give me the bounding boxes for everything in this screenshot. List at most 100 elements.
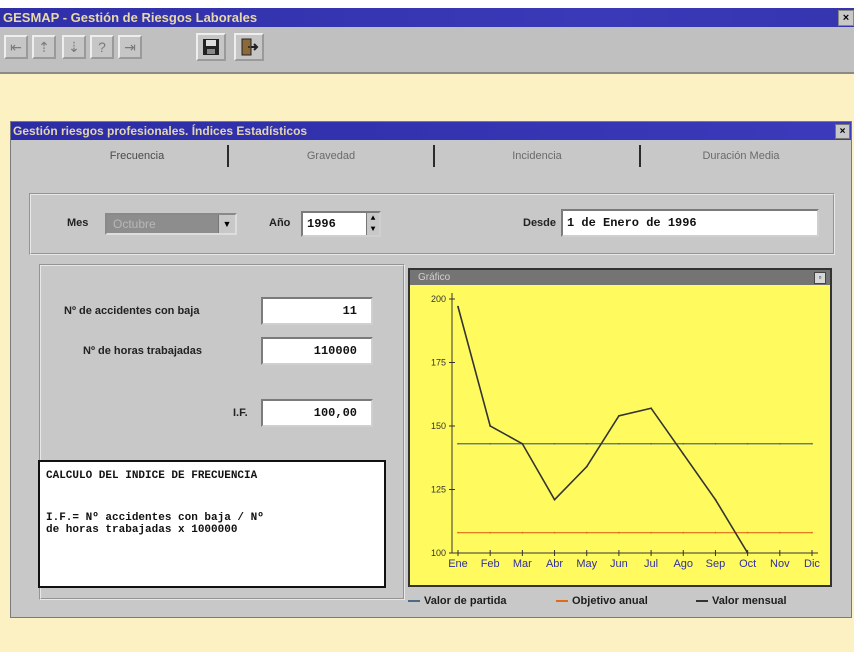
help-icon: ? [98, 39, 106, 55]
desde-field[interactable]: 1 de Enero de 1996 [561, 209, 819, 237]
data-point-valor-mensual [585, 465, 588, 468]
x-tick-label: Oct [739, 558, 756, 570]
chart-window: Gráfico ▫ 200 175 150 125 100 Ene Feb Mar Abr May… [408, 268, 832, 587]
legend-valor-mensual: Valor mensual [696, 595, 787, 607]
data-point-valor-de-partida [714, 442, 717, 445]
legend-valor-de-partida: Valor de partida [408, 595, 507, 607]
app-title: GESMAP - Gestión de Riesgos Laborales [3, 10, 258, 25]
formula-box: CALCULO DEL INDICE DE FRECUENCIA I.F.= N… [38, 460, 386, 588]
data-point-objetivo-anual [618, 531, 620, 534]
help-button[interactable]: ? [90, 35, 114, 59]
legend-label-objetivo-anual: Objetivo anual [572, 595, 648, 607]
data-point-valor-de-partida [585, 442, 588, 445]
formula-title: CALCULO DEL INDICE DE FRECUENCIA [46, 470, 258, 482]
x-tick-label: Jul [644, 558, 658, 570]
tab-incidencia[interactable]: Incidencia [435, 145, 641, 167]
x-tick-label: Dic [804, 558, 820, 570]
toolbar: ⇤ ⇡ ⇣ ? ⇥ [0, 27, 854, 74]
data-point-valor-mensual [650, 407, 652, 410]
if-label: I.F. [233, 407, 248, 419]
next-record-button[interactable]: ⇣ [62, 35, 86, 59]
chart-maximize-button[interactable]: ▫ [814, 272, 826, 284]
app-close-button[interactable]: × [838, 10, 854, 26]
data-point-objetivo-anual [682, 531, 685, 534]
chevron-down-icon[interactable]: ▼ [218, 215, 235, 233]
data-point-valor-mensual [457, 305, 459, 308]
last-record-button[interactable]: ⇥ [118, 35, 142, 59]
data-point-objetivo-anual [585, 531, 588, 534]
filter-panel: Mes Octubre ▼ Año 1996 ▲ ▼ Desde 1 de Ene… [29, 193, 835, 255]
data-point-valor-de-partida [682, 442, 685, 445]
x-tick-label: Feb [481, 558, 500, 570]
x-tick-label: Ago [673, 558, 693, 570]
horas-field[interactable]: 110000 [261, 337, 373, 365]
data-point-valor-mensual [682, 453, 685, 455]
y-tick-label: 200 [431, 294, 446, 304]
data-point-valor-de-partida [457, 442, 459, 445]
data-point-valor-de-partida [811, 442, 813, 445]
mes-select[interactable]: Octubre ▼ [105, 213, 237, 235]
if-field[interactable]: 100,00 [261, 399, 373, 427]
save-button[interactable] [196, 33, 226, 61]
formula-line-2: de horas trabajadas x 1000000 [46, 524, 238, 536]
tab-gravedad[interactable]: Gravedad [229, 145, 435, 167]
exit-door-icon [241, 38, 259, 56]
x-tick-label: Nov [770, 558, 790, 570]
first-record-icon: ⇤ [10, 38, 22, 55]
data-point-objetivo-anual [457, 531, 459, 534]
y-tick-label: 175 [431, 358, 446, 368]
anio-spinner-icon[interactable]: ▲ ▼ [366, 213, 379, 235]
data-point-valor-mensual [521, 442, 524, 445]
legend-objetivo-anual: Objetivo anual [556, 595, 648, 607]
x-tick-label: Sep [706, 558, 726, 570]
x-tick-label: Jun [610, 558, 628, 570]
anio-field[interactable]: 1996 ▲ ▼ [301, 211, 381, 237]
data-point-valor-de-partida [489, 442, 492, 445]
horas-label: Nº de horas trabajadas [83, 345, 202, 357]
x-tick-label: Ene [448, 558, 468, 570]
x-tick-label: Abr [546, 558, 563, 570]
floppy-disk-icon [203, 39, 219, 55]
formula-line-1: I.F.= Nº accidentes con baja / Nº [46, 512, 264, 524]
chart-legend: Valor de partida Objetivo anual Valor me… [408, 595, 838, 611]
y-tick-label: 150 [431, 421, 446, 431]
data-point-valor-mensual [618, 414, 620, 417]
window-close-button[interactable]: × [835, 124, 850, 139]
accidentes-field[interactable]: 11 [261, 297, 373, 325]
legend-label-valor-de-partida: Valor de partida [424, 595, 507, 607]
first-record-button[interactable]: ⇤ [4, 35, 28, 59]
data-point-objetivo-anual [489, 531, 492, 534]
tab-duracion-media[interactable]: Duración Media [641, 145, 841, 167]
data-point-objetivo-anual [746, 531, 749, 534]
data-point-objetivo-anual [553, 531, 556, 534]
anio-value: 1996 [307, 217, 336, 231]
previous-record-button[interactable]: ⇡ [32, 35, 56, 59]
data-point-valor-mensual [553, 498, 556, 501]
data-point-valor-de-partida [618, 442, 620, 445]
y-tick-label: 125 [431, 485, 446, 495]
exit-button[interactable] [234, 33, 264, 61]
last-record-icon: ⇥ [124, 38, 136, 55]
x-tick-label: Mar [513, 558, 532, 570]
data-point-objetivo-anual [778, 531, 781, 534]
chart-titlebar: Gráfico ▫ [410, 270, 830, 285]
tab-frecuencia[interactable]: Frecuencia [47, 145, 229, 167]
series-line-valor-mensual [457, 306, 749, 554]
data-point-objetivo-anual [811, 531, 813, 534]
data-point-valor-mensual [746, 552, 749, 554]
y-tick-label: 100 [431, 548, 446, 558]
accidentes-label: Nº de accidentes con baja [64, 305, 200, 317]
legend-swatch-objetivo-anual [556, 600, 568, 603]
data-point-valor-mensual [489, 425, 492, 427]
next-record-icon: ⇣ [68, 38, 80, 55]
legend-swatch-valor-mensual [696, 600, 708, 603]
anio-label: Año [269, 217, 291, 229]
data-point-valor-de-partida [778, 442, 781, 445]
data-point-objetivo-anual [650, 531, 652, 534]
data-point-valor-de-partida [746, 442, 749, 445]
data-point-objetivo-anual [521, 531, 524, 534]
mes-value: Octubre [113, 217, 156, 231]
data-point-valor-de-partida [650, 442, 652, 445]
previous-record-icon: ⇡ [38, 38, 50, 55]
data-point-valor-mensual [714, 498, 717, 501]
